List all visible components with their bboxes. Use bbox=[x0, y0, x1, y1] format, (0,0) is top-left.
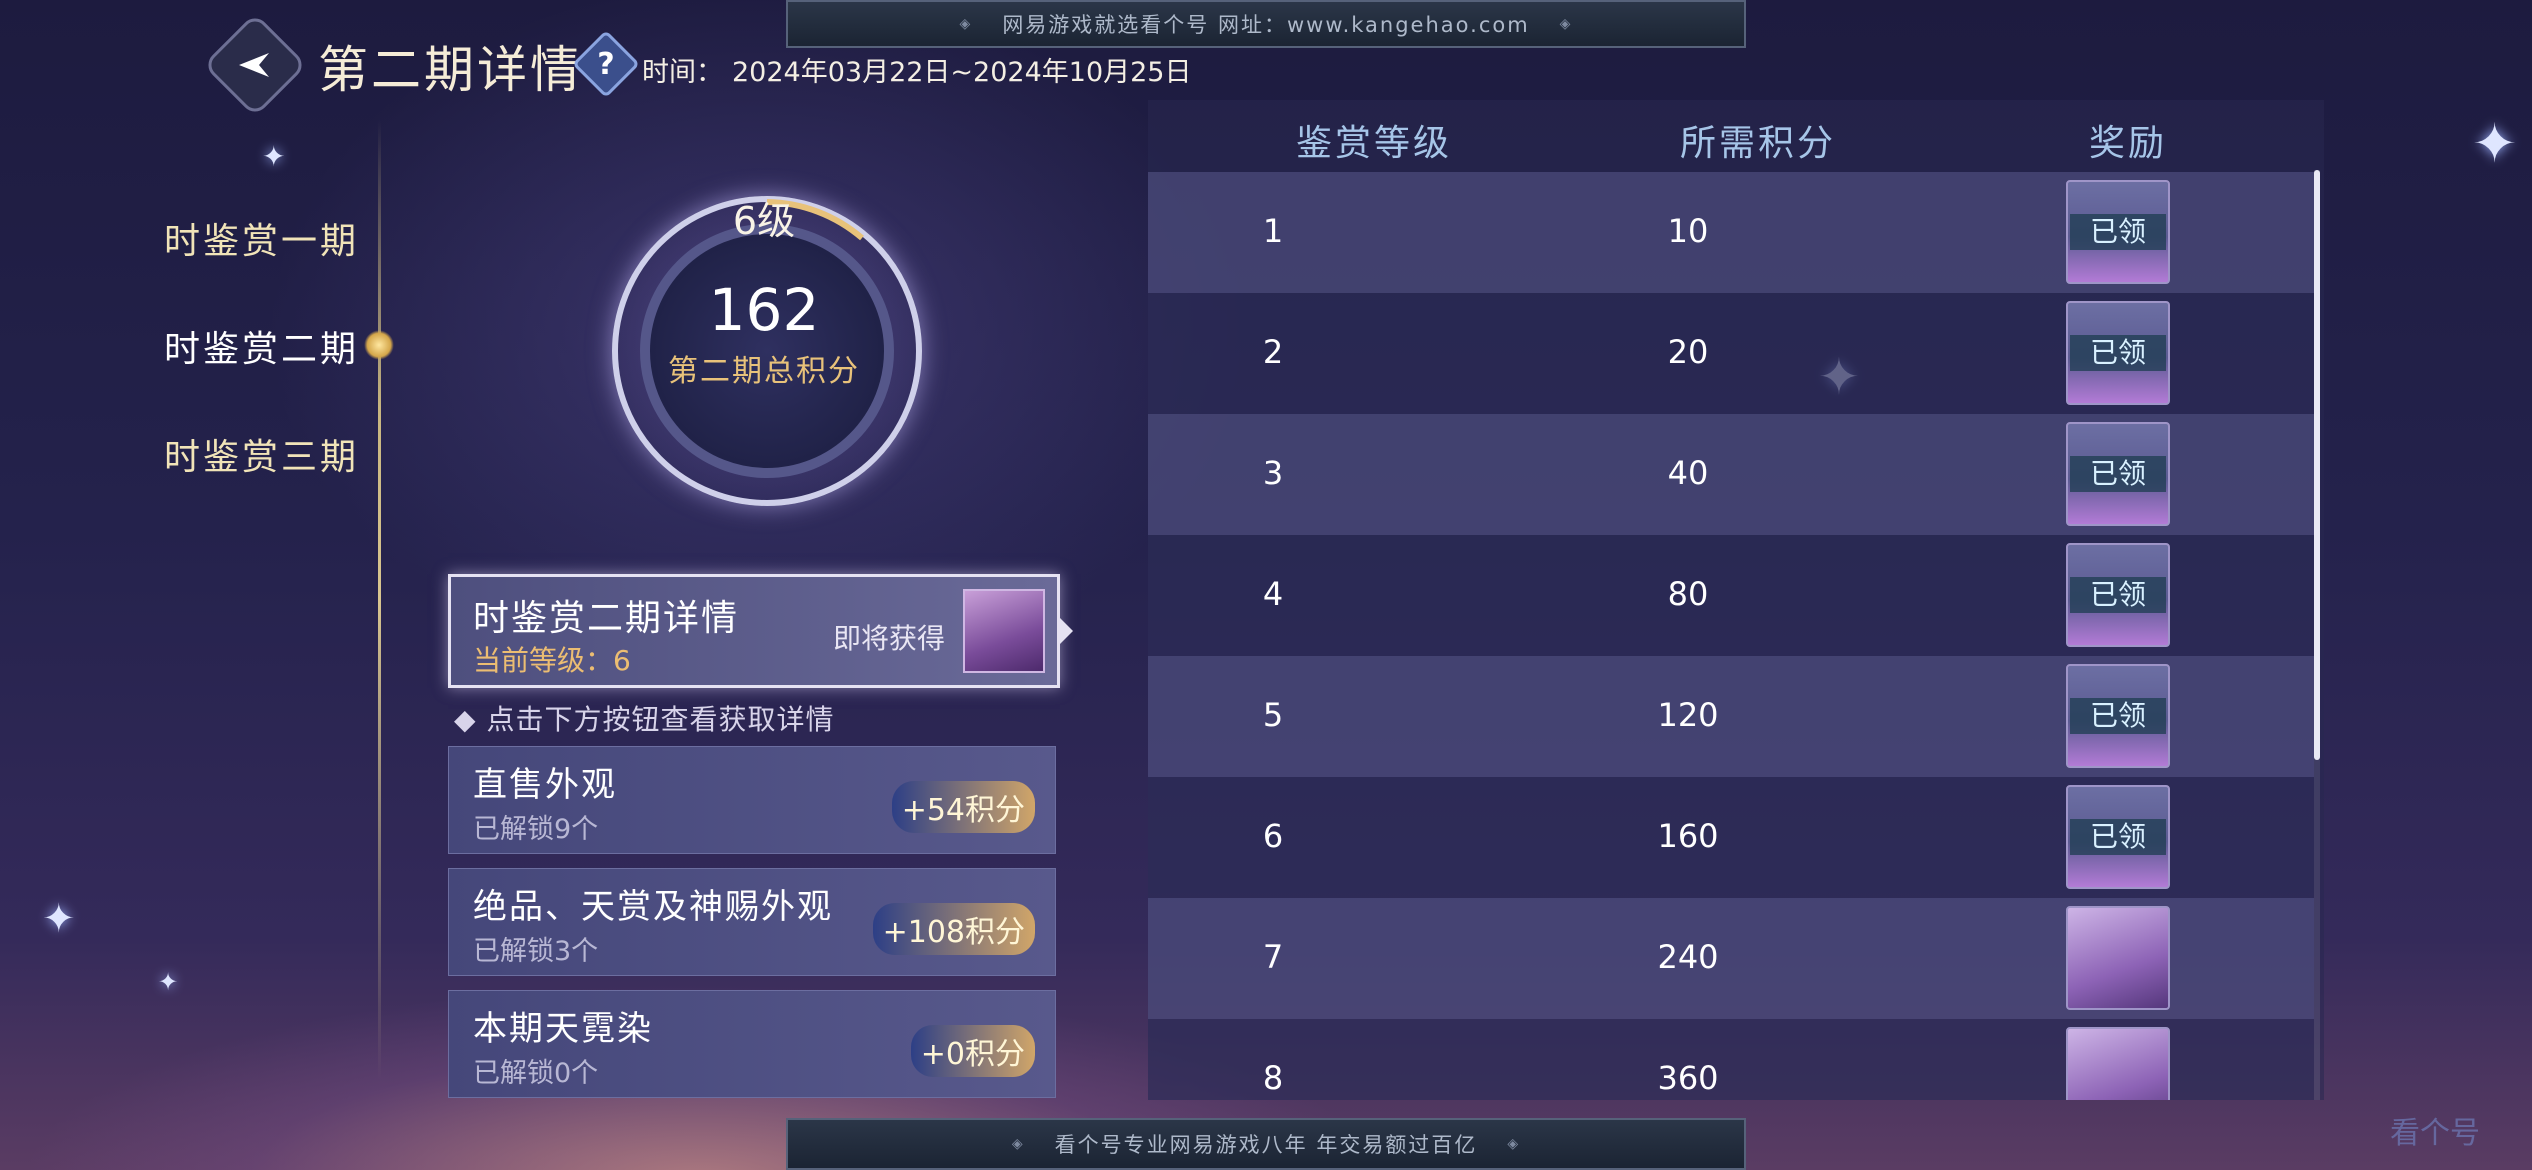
claimed-label: 已领 bbox=[2070, 577, 2166, 613]
table-row: 6 160 已领 bbox=[1148, 777, 2314, 898]
source-unlocked-count: 已解锁0个 bbox=[473, 1058, 599, 1089]
nav-item-period-2[interactable]: 时鉴赏二期 bbox=[164, 320, 359, 372]
table-header: 鉴赏等级 所需积分 奖励 bbox=[1148, 100, 2324, 172]
nav-item-period-1[interactable]: 时鉴赏一期 bbox=[164, 212, 359, 264]
total-score-caption: 第二期总积分 bbox=[668, 354, 860, 389]
source-unlocked-count: 已解锁9个 bbox=[473, 814, 599, 845]
upcoming-reward-label: 即将获得 bbox=[833, 622, 946, 655]
top-ad-banner: ◈ 网易游戏就选看个号 网址：www.kangehao.com ◈ bbox=[786, 0, 1746, 48]
upcoming-reward-thumbnail bbox=[963, 589, 1045, 673]
current-level: 6级 bbox=[732, 199, 796, 243]
pointer-arrow-icon bbox=[1059, 617, 1073, 645]
source-card-direct-sale[interactable]: 直售外观 已解锁9个 +54积分 bbox=[448, 746, 1056, 854]
nav-divider bbox=[378, 120, 381, 1080]
reward-item[interactable]: 已领 bbox=[2066, 422, 2170, 526]
question-mark-icon: ? bbox=[597, 46, 615, 82]
source-title: 绝品、天赏及神赐外观 bbox=[473, 887, 833, 927]
claimed-label: 已领 bbox=[2070, 335, 2166, 371]
detail-title: 时鉴赏二期详情 bbox=[473, 598, 740, 639]
sparkle-icon: ✦ bbox=[42, 896, 76, 942]
scrollbar-thumb[interactable] bbox=[2314, 170, 2320, 760]
table-scrollbar[interactable] bbox=[2314, 170, 2320, 1100]
source-points-badge: +54积分 bbox=[891, 781, 1035, 833]
time-label: 时间： bbox=[642, 57, 723, 88]
table-row: 3 40 已领 bbox=[1148, 414, 2314, 535]
row-level: 6 bbox=[1262, 817, 1284, 855]
reward-item[interactable]: 已领 bbox=[2066, 180, 2170, 284]
active-indicator-icon bbox=[364, 330, 394, 360]
banner-ornament-icon: ◈ bbox=[959, 16, 973, 32]
claimed-label: 已领 bbox=[2070, 698, 2166, 734]
source-unlocked-count: 已解锁3个 bbox=[473, 936, 599, 967]
reward-item[interactable]: 已领 bbox=[2066, 664, 2170, 768]
hint-text: ◆ 点击下方按钮查看获取详情 bbox=[454, 703, 835, 736]
bottom-banner-text: 看个号专业网易游戏八年 年交易额过百亿 bbox=[1054, 1133, 1478, 1157]
reward-item[interactable] bbox=[2066, 1027, 2170, 1100]
period-detail-card[interactable]: 时鉴赏二期详情 当前等级：6 即将获得 bbox=[448, 574, 1073, 688]
reward-item[interactable]: 已领 bbox=[2066, 301, 2170, 405]
row-points: 120 bbox=[1657, 696, 1719, 734]
row-level: 7 bbox=[1262, 938, 1284, 976]
banner-ornament-icon: ◈ bbox=[1559, 16, 1573, 32]
source-card-premium[interactable]: 绝品、天赏及神赐外观 已解锁3个 +108积分 bbox=[448, 868, 1056, 976]
back-button[interactable] bbox=[202, 12, 308, 118]
table-row: 4 80 已领 bbox=[1148, 535, 2314, 656]
source-points-badge: +0积分 bbox=[910, 1025, 1035, 1077]
row-points: 160 bbox=[1657, 817, 1719, 855]
nav-item-period-3[interactable]: 时鉴赏三期 bbox=[164, 428, 359, 480]
row-points: 240 bbox=[1657, 938, 1719, 976]
sparkle-icon: ✦ bbox=[158, 968, 179, 996]
table-row: 7 240 bbox=[1148, 898, 2314, 1019]
claimed-label: 已领 bbox=[2070, 456, 2166, 492]
back-arrow-icon bbox=[239, 53, 269, 77]
banner-ornament-icon: ◈ bbox=[1507, 1136, 1521, 1152]
reward-item[interactable] bbox=[2066, 906, 2170, 1010]
table-row: 1 10 已领 bbox=[1148, 172, 2314, 293]
claimed-label: 已领 bbox=[2070, 214, 2166, 250]
table-row: 2 20 已领 bbox=[1148, 293, 2314, 414]
source-title: 本期天霓染 bbox=[473, 1009, 653, 1049]
sparkle-icon: ✦ bbox=[2472, 112, 2518, 175]
reward-item[interactable]: 已领 bbox=[2066, 785, 2170, 889]
source-card-dye[interactable]: 本期天霓染 已解锁0个 +0积分 bbox=[448, 990, 1056, 1098]
bottom-ad-banner: ◈ 看个号专业网易游戏八年 年交易额过百亿 ◈ bbox=[786, 1118, 1746, 1170]
row-level: 8 bbox=[1262, 1059, 1284, 1097]
row-points: 80 bbox=[1667, 575, 1709, 613]
top-banner-text: 网易游戏就选看个号 网址：www.kangehao.com bbox=[1002, 13, 1530, 37]
time-range: 2024年03月22日~2024年10月25日 bbox=[732, 57, 1192, 88]
detail-current-level: 当前等级：6 bbox=[473, 644, 631, 677]
row-level: 1 bbox=[1262, 212, 1284, 250]
page-title: 第二期详情 bbox=[318, 41, 583, 99]
row-level: 3 bbox=[1262, 454, 1284, 492]
source-title: 直售外观 bbox=[473, 765, 617, 805]
header-level: 鉴赏等级 bbox=[1295, 123, 1452, 164]
banner-ornament-icon: ◈ bbox=[1011, 1136, 1025, 1152]
sparkle-icon: ✦ bbox=[262, 140, 286, 173]
table-row: 5 120 已领 bbox=[1148, 656, 2314, 777]
row-points: 360 bbox=[1657, 1059, 1719, 1097]
source-points-badge: +108积分 bbox=[872, 903, 1035, 955]
header-reward: 奖励 bbox=[2088, 123, 2167, 164]
table-row: 8 360 bbox=[1148, 1019, 2314, 1100]
header-points: 所需积分 bbox=[1679, 123, 1836, 164]
total-score: 162 bbox=[708, 276, 820, 344]
row-points: 20 bbox=[1667, 333, 1709, 371]
row-points: 10 bbox=[1667, 212, 1709, 250]
row-level: 2 bbox=[1262, 333, 1284, 371]
row-level: 4 bbox=[1262, 575, 1284, 613]
reward-table: 鉴赏等级 所需积分 奖励 1 10 已领 2 20 已领 3 40 已领 4 8… bbox=[1148, 100, 2324, 1100]
row-points: 40 bbox=[1667, 454, 1709, 492]
row-level: 5 bbox=[1262, 696, 1284, 734]
claimed-label: 已领 bbox=[2070, 819, 2166, 855]
reward-item[interactable]: 已领 bbox=[2066, 543, 2170, 647]
watermark-logo: 看个号 bbox=[2390, 1116, 2480, 1151]
